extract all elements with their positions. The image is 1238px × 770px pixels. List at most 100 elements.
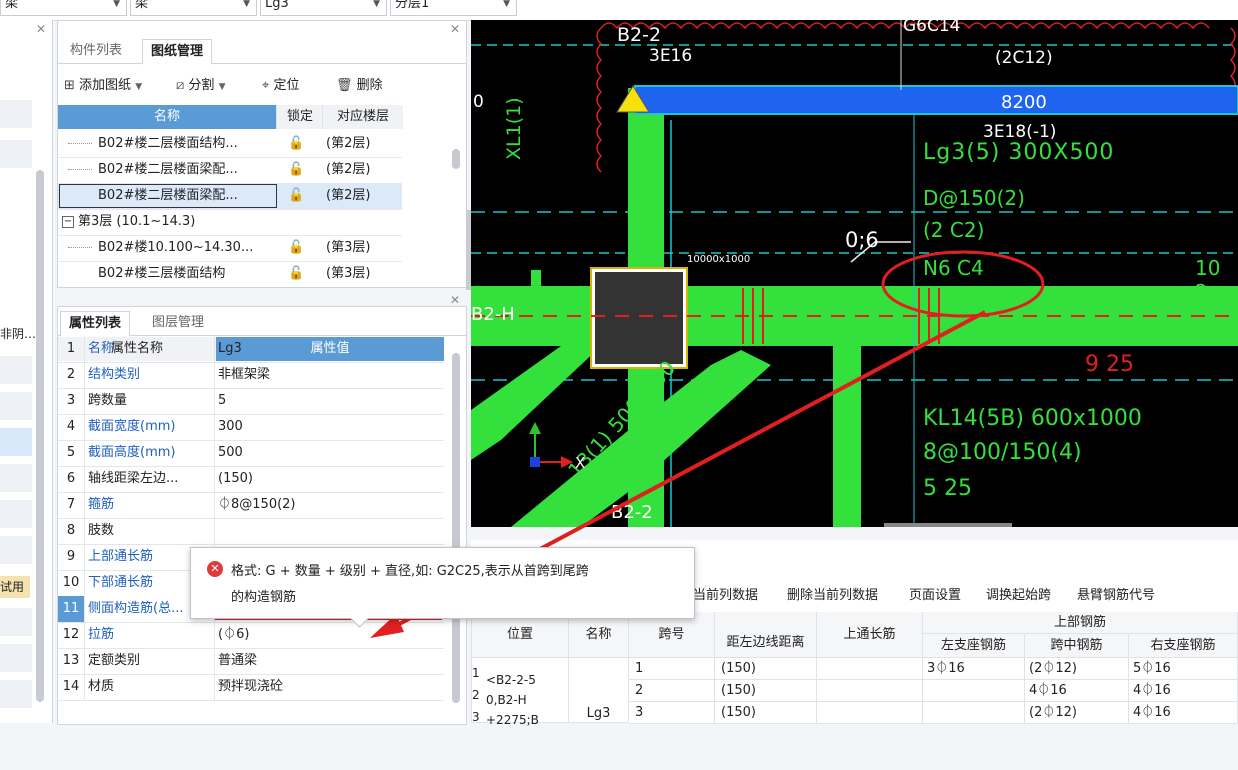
tab-property-list[interactable]: 属性列表 [60,311,131,337]
col-header-lock[interactable]: 锁定 [276,105,323,129]
left-support-cell[interactable]: 3⏀16 [923,658,1025,680]
property-value[interactable]: 300 [218,414,438,440]
nav-item[interactable] [0,392,32,420]
left-support-cell[interactable] [923,680,1025,702]
lock-icon[interactable]: 🔓 [288,235,304,261]
col-header-top-continuous[interactable]: 上通长筋 [817,612,923,658]
splitter-handle[interactable] [466,210,471,290]
left-distance-cell[interactable]: (150) [715,702,817,724]
page-setup-button[interactable]: 页面设置 [909,584,961,603]
table-row[interactable]: B02#楼三层楼面结构 🔓 (第3层) [58,261,402,285]
col-header-left-distance[interactable]: 距左边线距离 [715,612,817,658]
property-row[interactable]: 1 名称 Lg3 [58,336,444,363]
collapse-icon[interactable]: − [62,216,74,228]
col-header-right-support[interactable]: 右支座钢筋 [1129,634,1238,658]
close-icon[interactable]: ✕ [36,22,46,36]
position-cell[interactable]: <B2-2-5 0,B2-H +2275;B [471,658,569,727]
right-support-cell[interactable]: 4⏀16 [1129,702,1238,724]
property-row[interactable]: 8 肢数 [58,518,444,545]
tab-drawing-management[interactable]: 图纸管理 [142,39,213,65]
cad-canvas[interactable]: B2-2 3E16 G6C14 (2C12) 8200 0 3E18(-1) L… [471,20,1238,527]
property-row[interactable]: 14 材质 预拌现浇砼 [58,674,444,701]
col-header-name[interactable]: 名称 [58,105,276,129]
component-type-combo[interactable]: 梁 ▼ [0,0,127,16]
mid-span-cell[interactable]: 4⏀16 [1025,680,1129,702]
component-subtype-combo[interactable]: 梁 ▼ [130,0,257,16]
property-value[interactable]: 5 [218,388,438,414]
col-header-left-support[interactable]: 左支座钢筋 [923,634,1025,658]
property-value[interactable]: 普通梁 [218,648,438,674]
left-support-cell[interactable] [923,702,1025,724]
tab-component-list[interactable]: 构件列表 [62,39,130,63]
property-value[interactable]: 非框架梁 [218,362,438,388]
cad-label-axis: B2-H [471,304,515,325]
nav-item[interactable] [0,644,32,672]
table-row[interactable]: B02#楼二层楼面梁配... 🔓 (第2层) [58,157,402,184]
top-continuous-cell[interactable] [817,680,923,702]
delete-button[interactable]: 🗑 删除 [336,77,383,95]
nav-item[interactable] [0,356,32,384]
property-row[interactable]: 13 定额类别 普通梁 [58,648,444,675]
close-icon[interactable]: ✕ [450,22,460,36]
table-row[interactable]: B02#楼10.100~14.30... 🔓 (第3层) [58,235,402,262]
property-row[interactable]: 4 截面宽度(mm) 300 [58,414,444,441]
table-row-clipped[interactable]: B02#楼三层楼面结构 🔓 (第3层) [58,261,402,285]
locate-button[interactable]: ⌖ 定位 [262,77,299,95]
top-continuous-cell[interactable] [817,658,923,680]
top-continuous-cell[interactable] [817,702,923,724]
left-distance-cell[interactable]: (150) [715,658,817,680]
span-cell[interactable]: 3 [629,702,715,724]
props-scrollbar[interactable] [452,353,460,703]
close-icon[interactable]: ✕ [450,293,460,307]
property-row[interactable]: 12 拉筋 (⏀6) [58,622,444,649]
upper-scrollbar[interactable] [452,149,460,169]
tree-group-row[interactable]: − 第3层 (10.1~14.3) [58,209,402,236]
component-name-combo[interactable]: Lg3 ▼ [260,0,387,16]
nav-item-selected[interactable] [0,428,32,456]
span-cell[interactable]: 2 [629,680,715,702]
property-row[interactable]: 2 结构类别 非框架梁 [58,362,444,389]
col-header-mid-span[interactable]: 跨中钢筋 [1025,634,1129,658]
left-scrollbar[interactable] [36,170,44,702]
nav-item[interactable] [0,100,32,128]
delete-column-button[interactable]: 删除当前列数据 [787,584,878,603]
property-row[interactable]: 5 截面高度(mm) 500 [58,440,444,467]
table-row-selected[interactable]: B02#楼二层楼面梁配... 🔓 (第2层) [58,183,402,210]
lock-icon[interactable]: 🔓 [288,261,304,285]
property-value[interactable]: (⏀6) [218,622,438,648]
nav-item[interactable] [0,140,32,168]
mid-span-cell[interactable]: (2⏀12) [1025,702,1129,724]
nav-item[interactable] [0,536,32,564]
property-value[interactable]: 500 [218,440,438,466]
paste-column-button[interactable]: 当前列数据 [693,584,758,603]
property-value[interactable]: ⏀8@150(2) [218,492,438,518]
property-value[interactable]: 预拌现浇砼 [218,674,438,700]
property-value[interactable]: (150) [218,466,438,492]
right-support-cell[interactable]: 4⏀16 [1129,680,1238,702]
right-support-cell[interactable]: 5⏀16 [1129,658,1238,680]
nav-item[interactable]: 非阴… [0,320,36,348]
lock-icon[interactable]: 🔓 [288,157,304,183]
col-header-floor[interactable]: 对应楼层 [322,105,403,129]
left-distance-cell[interactable]: (150) [715,680,817,702]
name-cell[interactable]: Lg3 [569,658,629,723]
tab-layer-management[interactable]: 图层管理 [144,311,212,335]
property-row[interactable]: 7 箍筋 ⏀8@150(2) [58,492,444,519]
nav-item[interactable] [0,500,32,528]
split-button[interactable]: ⧄ 分割 ▼ [176,77,226,96]
property-row[interactable]: 3 跨数量 5 [58,388,444,415]
layer-combo[interactable]: 分层1 ▼ [390,0,517,16]
property-row[interactable]: 6 轴线距梁左边... (150) [58,466,444,493]
table-row[interactable]: B02#楼二层楼面结构... 🔓 (第2层) [58,131,402,158]
property-value[interactable]: Lg3 [218,336,438,362]
span-cell[interactable]: 1 [629,658,715,680]
nav-item[interactable] [0,608,32,636]
lock-icon[interactable]: 🔓 [288,131,304,157]
nav-item[interactable] [0,680,32,708]
mid-span-cell[interactable]: (2⏀12) [1025,658,1129,680]
cantilever-code-button[interactable]: 悬臂钢筋代号 [1077,584,1155,603]
swap-start-span-button[interactable]: 调换起始跨 [986,584,1051,603]
add-drawing-button[interactable]: ⊞ 添加图纸 ▼ [64,77,142,96]
nav-item[interactable] [0,464,32,492]
lock-icon[interactable]: 🔓 [288,183,304,209]
